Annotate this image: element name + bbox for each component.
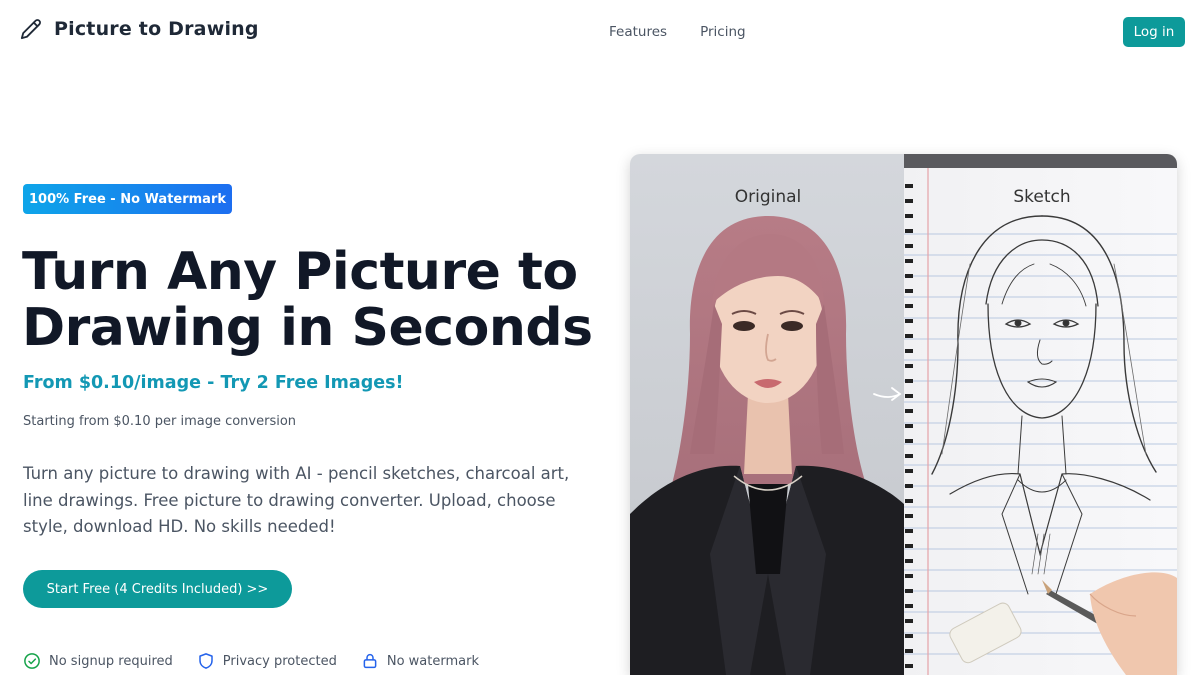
pencil-icon [20,19,41,40]
free-badge: 100% Free - No Watermark [23,184,232,214]
feature-item-no-signup: No signup required [23,652,173,670]
main-nav: Features Pricing [609,24,746,40]
feature-item-privacy: Privacy protected [197,652,337,670]
sketch-label: Sketch [1013,187,1070,207]
feature-item-no-watermark: No watermark [361,652,479,670]
feature-label: No signup required [49,653,173,669]
hero-title: Turn Any Picture to Drawing in Seconds [22,242,593,358]
nav-link-features[interactable]: Features [609,24,667,40]
feature-label: Privacy protected [222,653,337,669]
price-subtext: Starting from $0.10 per image conversion [23,414,297,429]
before-after-image: Original Sketch [630,154,1177,675]
brand-logo[interactable]: Picture to Drawing [20,18,259,40]
feature-label: No watermark [386,653,479,669]
brand-name: Picture to Drawing [54,18,259,40]
login-button[interactable]: Log in [1123,17,1185,47]
start-free-button[interactable]: Start Free (4 Credits Included) >> [23,570,292,608]
check-circle-icon [24,653,40,669]
original-photo: Original [630,154,904,675]
site-header: Picture to Drawing Features Pricing Log … [0,0,1200,64]
hero-description: Turn any picture to drawing with AI - pe… [23,464,570,536]
original-label: Original [735,187,802,207]
feature-list: No signup required Privacy protected No … [23,652,479,670]
sketch-page: Sketch [904,154,1177,675]
price-headline: From $0.10/image - Try 2 Free Images! [23,373,404,393]
shield-icon [199,653,213,669]
nav-link-pricing[interactable]: Pricing [700,24,746,40]
lock-icon [363,653,377,669]
